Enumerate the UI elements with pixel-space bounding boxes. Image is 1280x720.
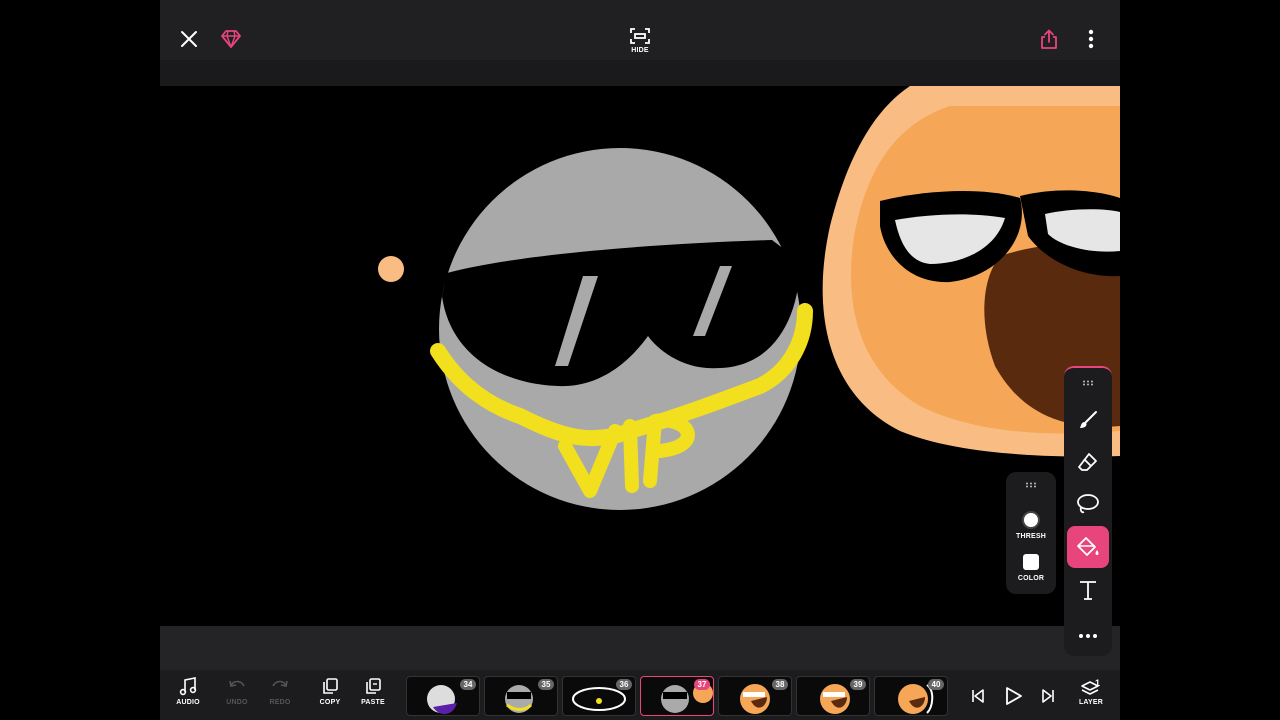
frame-number: 36 <box>616 679 632 690</box>
redo-label: REDO <box>269 699 291 706</box>
close-icon <box>181 31 197 47</box>
brush-tool[interactable] <box>1070 402 1106 438</box>
eraser-tool[interactable] <box>1070 444 1106 480</box>
tool-palette <box>1064 366 1112 656</box>
play-icon <box>1006 687 1022 705</box>
undo-button[interactable]: UNDO <box>217 676 257 716</box>
frame-thumbnail[interactable]: 39 <box>796 676 870 716</box>
previous-frame-button[interactable] <box>964 684 992 708</box>
color-label: COLOR <box>1017 575 1045 582</box>
more-horizontal-icon <box>1079 634 1097 638</box>
next-frame-button[interactable] <box>1034 684 1062 708</box>
lasso-icon <box>1077 494 1099 514</box>
copy-icon <box>323 678 338 694</box>
paste-label: PASTE <box>361 699 385 706</box>
layer-button[interactable]: LAYER <box>1071 676 1111 716</box>
threshold-label: THRESH <box>1016 533 1046 540</box>
audio-button[interactable]: AUDIO <box>168 676 208 716</box>
skip-forward-icon <box>1042 689 1054 703</box>
hide-label: HIDE <box>631 46 649 54</box>
top-bar-strip <box>160 60 1120 86</box>
close-button[interactable] <box>174 24 204 54</box>
frame-thumbnail[interactable]: 34 <box>406 676 480 716</box>
share-icon <box>1041 29 1057 49</box>
drag-handle-icon <box>1026 482 1036 488</box>
music-note-icon <box>179 677 197 696</box>
text-icon <box>1080 581 1096 600</box>
paint-dot <box>378 256 404 282</box>
more-vertical-icon <box>1088 29 1094 49</box>
animation-app: HIDE <box>160 0 1120 720</box>
frame-thumbnail[interactable]: 36 <box>562 676 636 716</box>
color-swatch-icon <box>1023 554 1039 570</box>
undo-icon <box>229 680 245 687</box>
share-button[interactable] <box>1034 24 1064 54</box>
fill-options-panel: THRESH COLOR <box>1006 472 1056 594</box>
frame-strip: 34 35 36 37 38 39 40 <box>406 676 950 716</box>
fill-tool[interactable] <box>1067 526 1109 568</box>
bottom-bar-strip <box>160 626 1120 670</box>
threshold-icon <box>1022 511 1040 529</box>
lasso-tool[interactable] <box>1070 486 1106 522</box>
more-options-button[interactable] <box>1078 24 1104 54</box>
copy-button[interactable]: COPY <box>310 676 350 716</box>
frame-number: 40 <box>928 679 944 690</box>
top-bar: HIDE <box>160 0 1120 86</box>
layer-label: LAYER <box>1078 699 1104 706</box>
eraser-icon <box>1078 453 1097 471</box>
paint-bucket-icon <box>1077 537 1099 556</box>
redo-button[interactable]: REDO <box>260 676 300 716</box>
color-setting[interactable]: COLOR <box>1006 552 1056 582</box>
frame-thumbnail[interactable]: 38 <box>718 676 792 716</box>
drawing-canvas[interactable] <box>160 86 1120 626</box>
skip-back-icon <box>972 689 984 703</box>
paste-button[interactable]: PASTE <box>353 676 393 716</box>
copy-label: COPY <box>319 699 341 706</box>
canvas-artwork <box>378 86 1120 510</box>
gray-character <box>430 148 813 510</box>
gem-icon <box>221 30 241 48</box>
audio-label: AUDIO <box>176 699 200 706</box>
redo-icon <box>272 680 288 687</box>
frame-number: 37 <box>694 679 710 690</box>
play-button[interactable] <box>999 684 1027 708</box>
text-tool[interactable] <box>1070 572 1106 608</box>
frame-number: 34 <box>460 679 476 690</box>
frame-thumbnail[interactable]: 40 <box>874 676 948 716</box>
layer-count: 1 <box>1095 678 1101 688</box>
palette-drag-handle[interactable] <box>1070 372 1106 394</box>
threshold-setting[interactable]: THRESH <box>1006 510 1056 540</box>
paste-icon <box>366 678 381 694</box>
frame-thumbnail[interactable]: 35 <box>484 676 558 716</box>
frame-focus-icon <box>630 27 650 44</box>
frame-number: 38 <box>772 679 788 690</box>
undo-label: UNDO <box>226 699 248 706</box>
frame-number: 39 <box>850 679 866 690</box>
brush-icon <box>1080 411 1097 428</box>
frame-thumbnail-current[interactable]: 37 <box>640 676 714 716</box>
premium-button[interactable] <box>216 24 246 54</box>
fill-panel-drag-handle[interactable] <box>1006 482 1056 488</box>
hide-ui-button[interactable]: HIDE <box>620 22 660 58</box>
more-tools-button[interactable] <box>1070 618 1106 654</box>
frame-number: 35 <box>538 679 554 690</box>
drag-handle-icon <box>1083 380 1093 386</box>
